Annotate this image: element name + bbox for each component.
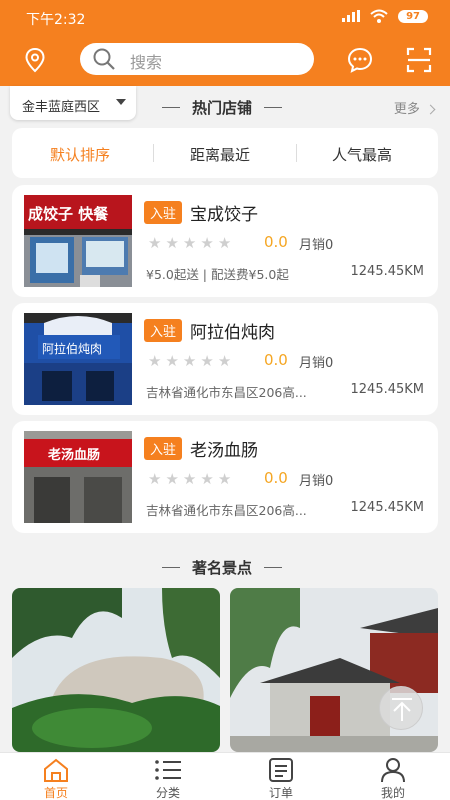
star-icon: ★ [217,470,232,488]
status-time: 下午2:32 [26,12,86,28]
tab-label: 我的 [380,786,405,800]
tab-home[interactable]: 首页 [16,753,96,800]
shop-image: 老汤血肠 [24,431,132,523]
shop-card[interactable]: 成饺子 快餐 入驻 宝成饺子 ★ ★ ★ ★ ★ 0.0 月销0 ¥5.0起送 | 配送… [12,185,438,297]
top-bar: 搜索 [0,34,450,86]
shop-image: 成饺子 快餐 [24,195,132,287]
address: 吉林省通化市东昌区206高... [146,503,307,518]
scenic-heading: 著名景点 [162,557,283,578]
status-icons: 97 [342,9,428,23]
shop-image: 阿拉伯炖肉 [24,313,132,405]
shop-name: 阿拉伯炖肉 [190,323,275,343]
search-input[interactable]: 搜索 [80,43,314,75]
tab-label: 订单 [268,786,293,800]
tab-label: 首页 [43,786,68,800]
sort-nearest[interactable]: 距离最近 [190,144,250,165]
search-placeholder: 搜索 [130,53,163,72]
rating-value: 0.0 [264,469,288,487]
arrow-up-icon [392,698,412,721]
shop-sign-text: 成饺子 快餐 [28,205,109,223]
tab-label: 分类 [155,786,180,800]
sort-default[interactable]: 默认排序 [50,144,110,165]
star-icon: ★ [182,234,197,252]
address: 吉林省通化市东昌区206高... [146,385,307,400]
sort-bar: 默认排序 距离最近 人气最高 [12,128,438,178]
star-icon: ★ [165,470,179,488]
monthly-sales: 月销0 [299,356,334,371]
location-pin-icon[interactable] [20,45,50,75]
divider [162,567,180,568]
joined-badge: 入驻 [144,437,183,460]
star-icon: ★ [200,234,214,252]
star-icon: ★ [182,352,197,370]
tab-category[interactable]: 分类 [128,753,208,800]
star-icon: ★ [165,352,179,370]
star-icon: ★ [217,352,232,370]
divider [264,567,283,568]
message-icon[interactable] [345,45,375,75]
divider [296,144,297,162]
star-icon: ★ [200,470,214,488]
distance: 1245.45KM [350,264,425,279]
chevron-right-icon [425,104,436,115]
scenic-title: 著名景点 [192,559,253,577]
tab-orders[interactable]: 订单 [241,753,321,800]
scenic-image [12,588,220,752]
divider [162,107,180,108]
signal-icon [342,10,361,22]
shop-sign-text: 老汤血肠 [47,447,100,463]
wifi-icon [370,9,388,23]
shop-sign-text: 阿拉伯炖肉 [42,341,102,356]
search-icon [93,48,115,70]
shop-name: 宝成饺子 [190,205,258,225]
star-icon: ★ [217,234,232,252]
joined-badge: 入驻 [144,319,183,342]
divider [153,144,154,162]
rating-value: 0.0 [264,233,288,251]
star-icon: ★ [165,234,179,252]
caret-down-icon [116,99,126,105]
hot-shops-heading: 热门店铺 [162,97,283,118]
home-icon [44,758,68,782]
shop-card[interactable]: 老汤血肠 入驻 老汤血肠 ★ ★ ★ ★ ★ 0.0 月销0 吉林省通化市东昌区206高… [12,421,438,533]
distance: 1245.45KM [350,500,425,515]
star-rating: ★ ★ ★ ★ ★ [148,470,231,488]
rating-value: 0.0 [264,351,288,369]
user-icon [381,758,405,783]
district-selector[interactable]: 金丰蓝庭西区 [10,86,136,120]
battery-indicator: 97 [398,9,428,23]
star-icon: ★ [148,470,162,488]
star-rating: ★ ★ ★ ★ ★ [148,352,231,370]
scan-icon[interactable] [404,45,434,75]
delivery-info: ¥5.0起送 | 配送费¥5.0起 [146,267,289,282]
hot-shops-title: 热门店铺 [192,99,253,117]
list-icon [155,760,181,780]
sort-popular[interactable]: 人气最高 [332,144,392,165]
star-icon: ★ [182,470,197,488]
monthly-sales: 月销0 [299,238,334,253]
back-to-top-button[interactable] [379,686,423,730]
joined-badge: 入驻 [144,201,183,224]
divider [264,107,283,108]
star-icon: ★ [148,352,162,370]
district-label: 金丰蓝庭西区 [22,100,101,115]
more-label: 更多 [393,102,420,117]
star-icon: ★ [148,234,162,252]
order-icon [269,758,293,782]
status-bar: 下午2:32 97 [0,0,450,34]
bottom-tab-bar: 首页 分类 订单 我的 [0,752,450,800]
star-rating: ★ ★ ★ ★ ★ [148,234,231,252]
more-link[interactable]: 更多 [393,98,436,117]
tab-profile[interactable]: 我的 [353,753,433,800]
scenic-spot-card[interactable] [12,588,220,752]
star-icon: ★ [200,352,214,370]
shop-name: 老汤血肠 [190,441,258,461]
distance: 1245.45KM [350,382,425,397]
monthly-sales: 月销0 [299,474,334,489]
shop-card[interactable]: 阿拉伯炖肉 入驻 阿拉伯炖肉 ★ ★ ★ ★ ★ 0.0 月销0 吉林省通化市东昌区20… [12,303,438,415]
